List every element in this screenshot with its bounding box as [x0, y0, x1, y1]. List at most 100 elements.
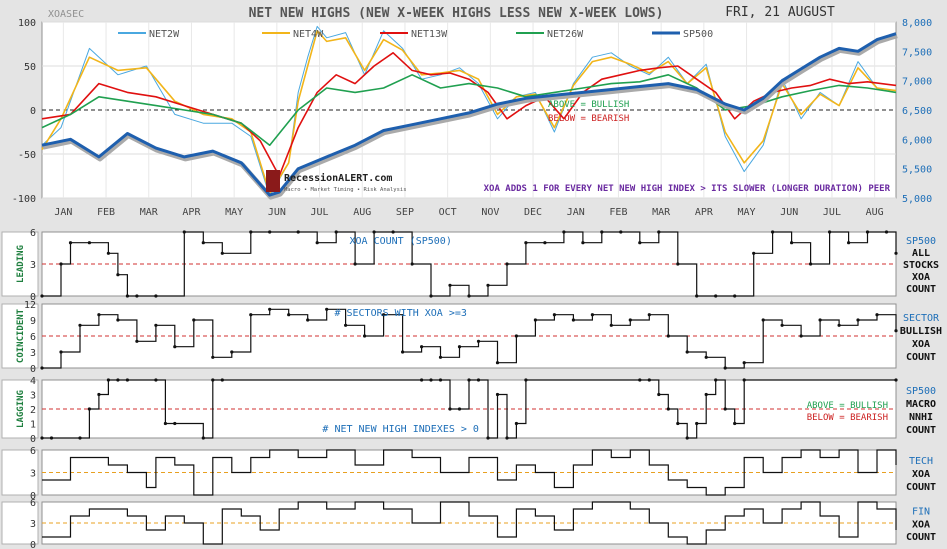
panel-coincident: COINCIDENT 0 3 6 9 12 # SECTORS WITH XOA >=3 SE… [1, 300, 942, 375]
panel-y-tick: 6 [30, 446, 36, 457]
panel-point [40, 366, 44, 370]
panel-right-label: COUNT [906, 284, 936, 295]
x-tick-label: APR [695, 207, 714, 218]
panel-point [182, 230, 186, 234]
panel-y-tick: 9 [30, 316, 36, 327]
panel-point [429, 378, 433, 382]
panel-point [448, 407, 452, 411]
panel-point [771, 230, 775, 234]
panel-point [410, 262, 414, 266]
panel-point [818, 318, 822, 322]
panel-point [78, 323, 82, 327]
panel-right-label: STOCKS [903, 260, 939, 271]
panel-right-label: XOA [912, 339, 930, 350]
panel-point [600, 230, 604, 234]
panel-right-label: BULLISH [900, 326, 942, 337]
panel-side-label: COINCIDENT [16, 308, 26, 363]
panel-right-label: MACRO [906, 399, 936, 410]
panel-point [220, 378, 224, 382]
panel-lagging: LAGGING 0 1 2 3 4 # NET NEW HIGH INDEXES > 0 AB… [1, 376, 936, 445]
panel-point [761, 318, 765, 322]
panel-point [201, 436, 205, 440]
panel-point [590, 313, 595, 317]
panel-point [268, 307, 272, 311]
panel-point [97, 313, 101, 317]
panel-point [116, 378, 120, 382]
panel-point [704, 355, 708, 359]
y2-tick-label: 6,000 [902, 135, 932, 146]
y2-tick-label: 7,000 [902, 77, 932, 88]
x-tick-label: NOV [481, 207, 499, 218]
xoa-note: XOA ADDS 1 FOR EVERY NET NEW HIGH INDEX … [484, 184, 891, 194]
panel-point [894, 378, 898, 382]
panel-point [448, 283, 452, 287]
y-tick-label: 0 [30, 106, 36, 117]
panel-point [40, 294, 44, 298]
panel-point [429, 294, 433, 298]
date-label: FRI, 21 AUGUST [725, 5, 835, 20]
x-tick-label: DEC [524, 207, 542, 218]
panel-point [723, 407, 727, 411]
panel-point [457, 407, 462, 411]
panel-point [372, 230, 376, 234]
main-left-axis: -100 -50 0 50 100 [12, 18, 36, 205]
main-right-axis: 5,000 5,500 6,000 6,500 7,000 7,500 8,000 [902, 18, 932, 205]
panel-point [249, 313, 253, 317]
x-tick-label: FEB [97, 207, 115, 218]
above-bullish-label: ABOVE = BULLISH [807, 401, 888, 411]
panel-right-label: SP500 [906, 386, 936, 397]
panel-point [87, 407, 91, 411]
y-tick-label: -100 [12, 194, 36, 205]
panel-point [524, 241, 528, 245]
panel-point [476, 339, 481, 343]
panel-point [666, 407, 670, 411]
panel-right-label: COUNT [906, 532, 936, 543]
panel-point [733, 294, 737, 298]
panel-point [163, 421, 167, 426]
panel-point [514, 421, 519, 426]
panel-point [714, 378, 718, 382]
panel-point [723, 366, 727, 370]
y-tick-label: -50 [18, 150, 36, 161]
panel-point [486, 283, 490, 287]
panel-point [742, 378, 746, 382]
panel-point [154, 323, 158, 327]
panel-right-label: XOA [912, 519, 930, 530]
panel-point [353, 262, 357, 266]
panel-point [211, 378, 215, 382]
panel-point [287, 313, 291, 317]
panel-point [837, 323, 841, 327]
logo-mark-icon [266, 170, 280, 192]
panel-y-tick: 3 [30, 348, 36, 359]
panel-y-tick: 0 [30, 434, 36, 445]
logo-subtitle: Macro • Market Timing • Risk Analysis [284, 187, 407, 193]
panel-point [638, 241, 642, 245]
x-tick-label: FEB [609, 207, 627, 218]
panel-point [780, 323, 784, 327]
panel-point [733, 421, 737, 426]
panel-leading: LEADING036XOA COUNT (SP500) SP500ALLSTOCK… [1, 228, 939, 303]
panel-point [230, 350, 234, 354]
panel-point [438, 378, 443, 382]
y2-tick-label: 6,500 [902, 106, 932, 117]
panel-point [647, 313, 651, 317]
panel-side-label: LEADING [16, 245, 26, 283]
panel-point [68, 241, 73, 245]
panel-point [78, 436, 82, 440]
panel-point [865, 230, 870, 234]
panel-point [495, 361, 500, 365]
panel-point [685, 350, 689, 354]
x-tick-label: JUN [780, 207, 798, 218]
panel-point [420, 378, 424, 382]
main-x-axis: JAN FEB MAR APR MAY JUN JUL AUG SEP OCT NOV DEC JAN F… [54, 207, 883, 218]
y-tick-label: 50 [24, 62, 36, 73]
panel-point [790, 241, 794, 245]
x-tick-label: JUN [268, 207, 286, 218]
y2-tick-label: 8,000 [902, 18, 932, 29]
main-panel: -100 -50 0 50 100 5,000 5,500 6,000 6,500 7,000 7… [12, 5, 932, 218]
panel-right-label: COUNT [906, 352, 936, 363]
panel-y-tick: 3 [30, 519, 36, 530]
panel-point [562, 230, 566, 234]
panel-point [714, 294, 718, 298]
above-bullish-label: ABOVE = BULLISH [548, 100, 629, 110]
